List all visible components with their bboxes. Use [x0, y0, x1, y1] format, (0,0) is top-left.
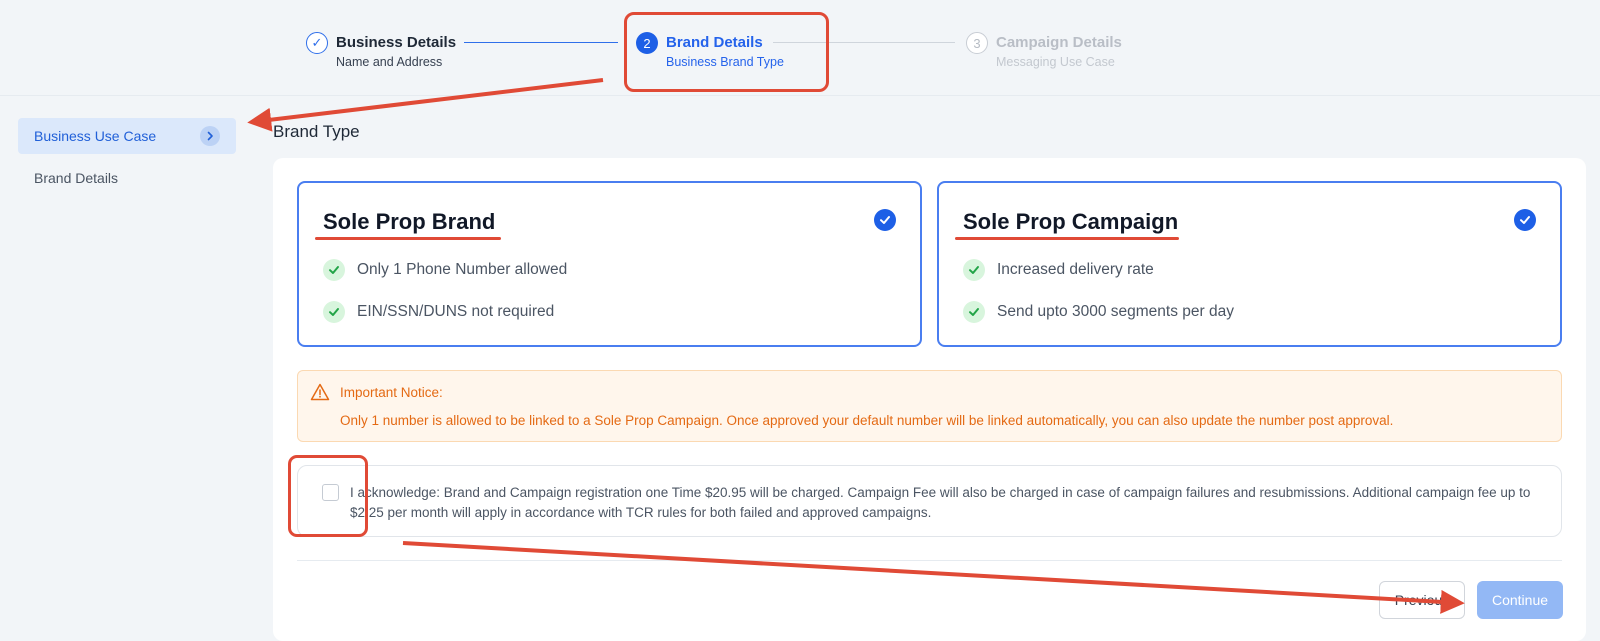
step-subtitle: Messaging Use Case: [996, 55, 1115, 69]
warning-icon: [310, 383, 330, 406]
check-icon: [323, 259, 345, 281]
sidebar-item-label: Brand Details: [34, 170, 119, 186]
step-subtitle: Name and Address: [336, 55, 443, 69]
card-title: Sole Prop Brand: [323, 209, 496, 234]
acknowledge-text: I acknowledge: Brand and Campaign regist…: [350, 485, 1531, 520]
feature-text: Send upto 3000 segments per day: [997, 303, 1234, 320]
feature-item: Send upto 3000 segments per day: [963, 301, 1234, 323]
selected-check-icon: [874, 209, 896, 231]
step-title: Business Details: [336, 34, 457, 51]
annotation-underline: [955, 237, 1179, 240]
sidebar-item-brand-details[interactable]: Brand Details: [18, 160, 236, 196]
step-connector-complete: [464, 42, 618, 43]
card-title: Sole Prop Campaign: [963, 209, 1179, 234]
check-icon: [963, 301, 985, 323]
chevron-right-icon: [200, 126, 220, 146]
previous-button[interactable]: Previous: [1379, 581, 1465, 619]
notice-title: Important Notice:: [340, 385, 443, 400]
selected-check-icon: [1514, 209, 1536, 231]
brand-card-sole-prop-campaign[interactable]: Sole Prop Campaign Increased delivery ra…: [937, 181, 1562, 347]
annotation-highlight-box: [288, 455, 368, 537]
brand-card-sole-prop-brand[interactable]: Sole Prop Brand Only 1 Phone Number allo…: [297, 181, 922, 347]
step-complete-check-icon: ✓: [306, 32, 328, 54]
check-icon: [963, 259, 985, 281]
sidebar-item-label: Business Use Case: [34, 128, 157, 144]
feature-item: Increased delivery rate: [963, 259, 1154, 281]
step-title: Campaign Details: [996, 34, 1122, 51]
feature-text: Increased delivery rate: [997, 261, 1154, 278]
check-icon: [323, 301, 345, 323]
feature-text: Only 1 Phone Number allowed: [357, 261, 568, 278]
annotation-underline: [315, 237, 501, 240]
divider: [297, 560, 1562, 561]
sidebar-item-business-use-case[interactable]: Business Use Case: [18, 118, 236, 154]
page-title: Brand Type: [273, 122, 360, 141]
important-notice: Important Notice: Only 1 number is allow…: [297, 370, 1562, 442]
continue-button[interactable]: Continue: [1477, 581, 1563, 619]
notice-text: Only 1 number is allowed to be linked to…: [340, 413, 1394, 428]
step-number-badge: 3: [966, 32, 988, 54]
acknowledgement-box: I acknowledge: Brand and Campaign regist…: [297, 465, 1562, 537]
feature-item: Only 1 Phone Number allowed: [323, 259, 567, 281]
annotation-highlight-box: [624, 12, 829, 92]
sidebar: Business Use Case Brand Details: [18, 118, 236, 196]
feature-item: EIN/SSN/DUNS not required: [323, 301, 554, 323]
feature-text: EIN/SSN/DUNS not required: [357, 303, 555, 320]
